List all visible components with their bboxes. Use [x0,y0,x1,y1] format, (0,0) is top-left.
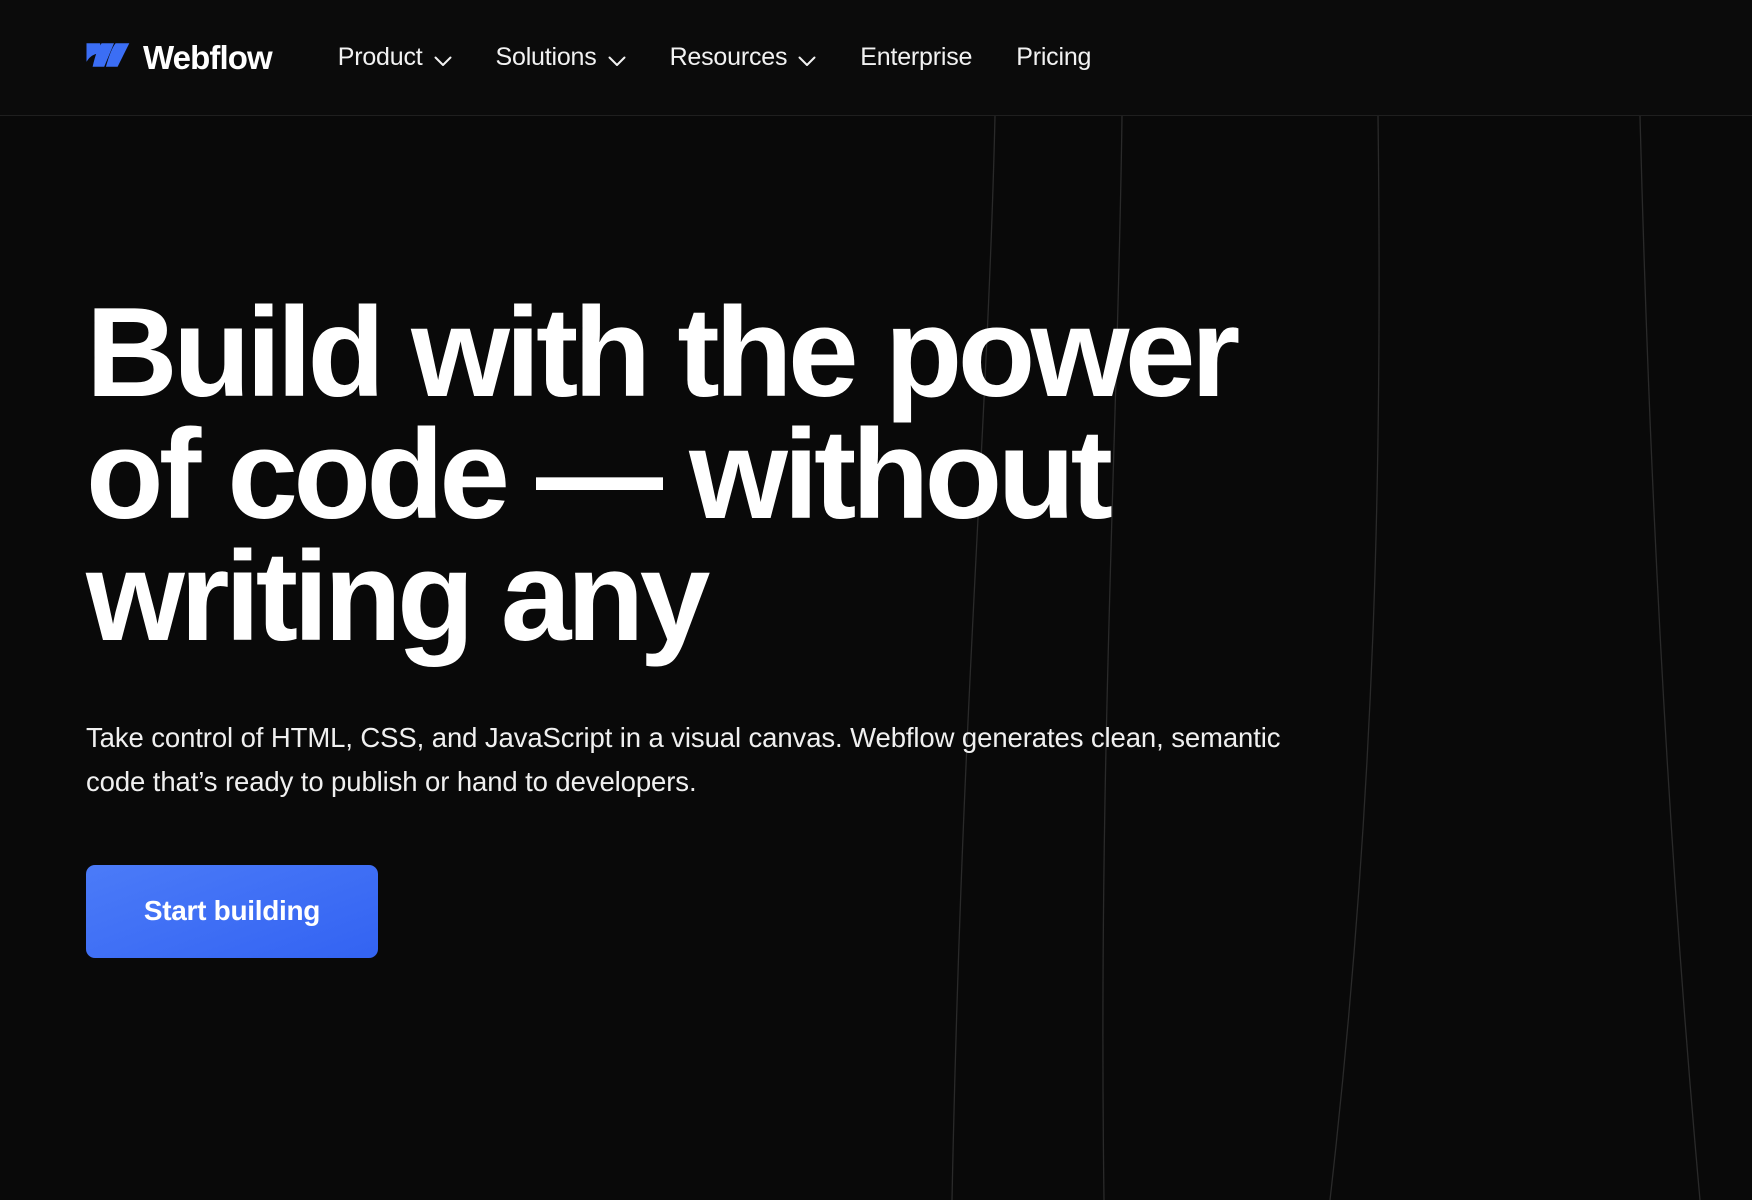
nav-item-solutions[interactable]: Solutions [474,34,648,82]
hero-heading-line: of code — without [86,402,1113,545]
brand-logo-link[interactable]: Webflow [86,39,273,76]
webflow-w-mark-icon [86,40,130,75]
hero-subheading: Take control of HTML, CSS, and JavaScrip… [86,721,1281,798]
chevron-down-icon [798,47,816,72]
hero-section: Build with the power of code — without w… [0,116,1752,958]
nav-item-product[interactable]: Product [316,34,474,82]
nav-item-label: Product [337,43,423,71]
chevron-down-icon [434,47,452,72]
nav-item-enterprise[interactable]: Enterprise [838,35,994,80]
nav-item-pricing[interactable]: Pricing [994,35,1113,80]
nav-item-label: Enterprise [860,43,973,71]
nav-item-label: Pricing [1016,43,1092,71]
start-building-button[interactable]: Start building [86,864,378,958]
nav-item-label: Solutions [495,43,597,71]
hero-heading: Build with the power of code — without w… [86,281,1626,667]
chevron-down-icon [608,47,626,72]
nav-item-label: Resources [669,43,788,71]
hero-heading-line: writing any [86,524,710,667]
nav-item-resources[interactable]: Resources [648,34,839,82]
brand-name: Webflow [143,39,273,76]
site-header: Webflow Product Solutions Resources Ente… [0,0,1752,116]
hero-cta-row: Start building [86,864,1752,958]
hero-heading-line: Build with the power [86,281,1240,423]
main-navigation: Product Solutions Resources Enterprise P… [316,34,1114,82]
